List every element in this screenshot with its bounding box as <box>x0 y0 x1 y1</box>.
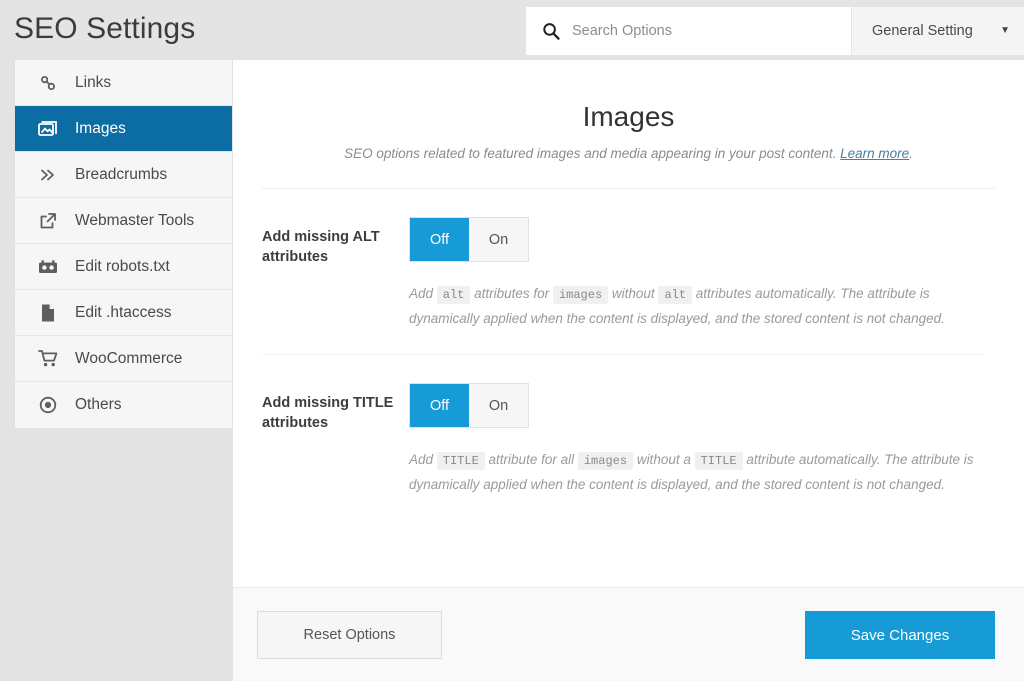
chevron-down-icon: ▼ <box>1000 25 1010 36</box>
sidebar-item-breadcrumbs[interactable]: Breadcrumbs <box>15 152 232 198</box>
target-dot-icon <box>37 394 59 416</box>
inline-code: TITLE <box>436 452 485 470</box>
inline-code: images <box>552 286 609 304</box>
search-box[interactable] <box>526 7 851 55</box>
top-bar: SEO Settings General Setting ▼ <box>0 0 1024 57</box>
chain-link-icon <box>37 72 59 94</box>
settings-scope-dropdown[interactable]: General Setting ▼ <box>852 7 1024 55</box>
sidebar-item-label: Links <box>75 73 112 91</box>
chevron-double-right-icon <box>37 164 59 186</box>
description-text: attribute for all <box>484 452 578 467</box>
sidebar-item-edit-htaccess[interactable]: Edit .htaccess <box>15 290 232 336</box>
setting-label: Add missing TITLE attributes <box>262 395 394 431</box>
setting-row-top: Add missing ALT attributes Off On <box>262 217 985 267</box>
sidebar-item-woocommerce[interactable]: WooCommerce <box>15 336 232 382</box>
content-header: Images SEO options related to featured i… <box>233 60 1024 164</box>
toggle-option-off[interactable]: Off <box>410 218 469 261</box>
toggle-option-on[interactable]: On <box>469 384 528 427</box>
file-icon <box>37 302 59 324</box>
toggle-option-off[interactable]: Off <box>410 384 469 427</box>
setting-description: Add alt attributes for images without al… <box>409 282 985 354</box>
inline-code: images <box>577 452 634 470</box>
sidebar-item-others[interactable]: Others <box>15 382 232 428</box>
description-text: without a <box>633 452 695 467</box>
sidebar-item-label: Others <box>75 396 122 414</box>
description-text: without <box>608 286 659 301</box>
dropdown-selected-label: General Setting <box>872 23 973 39</box>
setting-row-top: Add missing TITLE attributes Off On <box>262 383 985 433</box>
search-input[interactable] <box>572 9 842 53</box>
settings-list: Add missing ALT attributes Off On Add alt a… <box>233 189 1024 520</box>
sidebar-item-label: Breadcrumbs <box>75 165 168 183</box>
subtitle-text: SEO options related to featured images a… <box>344 146 841 161</box>
description-text: attributes for <box>470 286 553 301</box>
external-link-icon <box>37 210 59 232</box>
inline-code: TITLE <box>694 452 743 470</box>
inline-code: alt <box>658 286 693 304</box>
description-text: Add <box>409 286 437 301</box>
sidebar-item-label: WooCommerce <box>75 349 183 367</box>
setting-description: Add TITLE attribute for all images witho… <box>409 448 985 520</box>
setting-label: Add missing ALT attributes <box>262 229 380 265</box>
setting-row: Add missing ALT attributes Off On Add alt a… <box>233 189 1024 354</box>
sidebar-item-label: Webmaster Tools <box>75 211 195 229</box>
inline-code: alt <box>436 286 471 304</box>
sidebar-item-label: Edit .htaccess <box>75 303 172 321</box>
sidebar-item-links[interactable]: Links <box>15 60 232 106</box>
toggle-group[interactable]: Off On <box>409 383 529 428</box>
sidebar-item-label: Edit robots.txt <box>75 257 170 275</box>
toggle-group[interactable]: Off On <box>409 217 529 262</box>
search-icon <box>542 22 560 40</box>
image-icon <box>37 118 59 140</box>
action-footer: Reset Options Save Changes <box>233 587 1024 681</box>
subtitle-tail: . <box>909 146 913 161</box>
learn-more-link[interactable]: Learn more <box>840 146 909 161</box>
toggle-option-on[interactable]: On <box>469 218 528 261</box>
save-changes-button[interactable]: Save Changes <box>805 611 995 659</box>
sidebar-nav: Links Images Breadcrumbs Webmaster Tools Edi… <box>14 60 233 429</box>
sidebar-item-label: Images <box>75 119 126 137</box>
sidebar-item-images[interactable]: Images <box>15 106 232 152</box>
sidebar-item-webmaster-tools[interactable]: Webmaster Tools <box>15 198 232 244</box>
shopping-cart-icon <box>37 348 59 370</box>
page-title: SEO Settings <box>14 12 196 45</box>
section-title: Images <box>582 101 675 132</box>
section-subtitle: SEO options related to featured images a… <box>233 144 1024 164</box>
setting-row: Add missing TITLE attributes Off On Add TIT… <box>233 355 1024 520</box>
description-text: Add <box>409 452 437 467</box>
sidebar-item-edit-robots-txt[interactable]: Edit robots.txt <box>15 244 232 290</box>
reset-options-button[interactable]: Reset Options <box>257 611 442 659</box>
robot-icon <box>37 256 59 278</box>
